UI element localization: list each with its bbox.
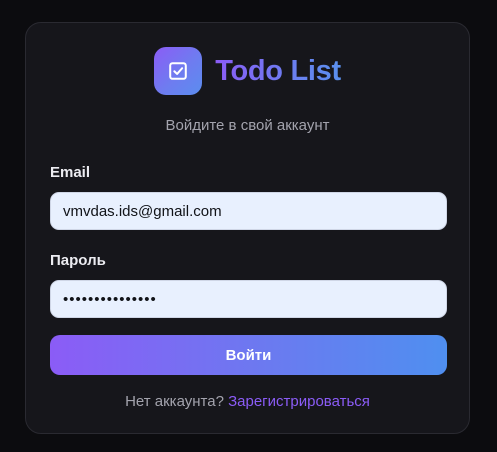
login-card: Todo List Войдите в свой аккаунт Email П… [25,22,470,434]
app-logo [154,47,203,95]
register-prompt: Нет аккаунта? Зарегистрироваться [26,393,469,410]
checkbox-check-icon [169,62,187,80]
app-title: Todo List [215,54,341,87]
email-field[interactable] [50,192,447,230]
login-button[interactable]: Войти [50,335,447,375]
password-label: Пароль [50,252,106,269]
email-label: Email [50,164,91,181]
password-field[interactable] [50,280,447,318]
register-link[interactable]: Зарегистрироваться [228,393,370,410]
register-prompt-text: Нет аккаунта? [125,393,224,410]
login-subtitle: Войдите в свой аккаунт [165,117,330,134]
brand-header: Todo List [26,47,469,95]
